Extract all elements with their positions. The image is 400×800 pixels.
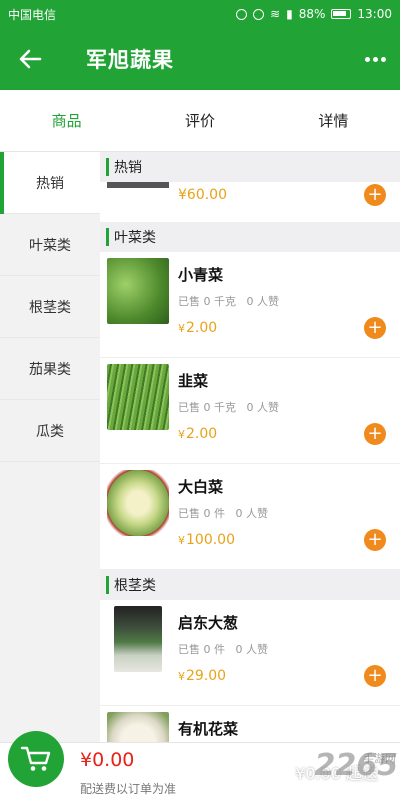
product-list[interactable]: 热销 ¥60.00 + 叶菜类 小青菜 已售 0 千克 0 人赞 ¥2.00 +… (100, 152, 400, 742)
product-price: ¥60.00 (178, 187, 228, 203)
product-image (114, 606, 162, 672)
product-meta: 已售 0 件 0 人赞 (178, 507, 268, 520)
section-title: 热销 (114, 160, 142, 176)
add-to-cart-button[interactable]: + (364, 317, 386, 339)
shopping-cart-icon[interactable] (8, 731, 64, 787)
cart-total: ¥0.00 (80, 749, 135, 771)
section-header-hot: 热销 (100, 152, 400, 182)
sidebar-item-hot[interactable]: 热销 (0, 152, 100, 214)
list-item[interactable]: 小青菜 已售 0 千克 0 人赞 ¥2.00 + (100, 252, 400, 358)
product-name: 小青菜 (178, 266, 224, 284)
carrier-label: 中国电信 (8, 7, 57, 22)
product-meta: 已售 0 件 0 人赞 (178, 643, 268, 656)
tab-bar: 商品 评价 详情 (0, 90, 400, 152)
tab-details[interactable]: 详情 (267, 90, 400, 151)
product-name: 韭菜 (178, 372, 209, 390)
tab-products[interactable]: 商品 (0, 90, 133, 151)
product-price: ¥100.00 (178, 532, 235, 548)
list-item[interactable]: 启东大葱 已售 0 件 0 人赞 ¥29.00 + (100, 600, 400, 706)
product-image (107, 182, 169, 188)
product-meta: 已售 0 千克 0 人赞 (178, 295, 279, 308)
section-title: 根茎类 (114, 578, 156, 594)
section-title: 叶菜类 (114, 230, 156, 246)
add-to-cart-button[interactable]: + (364, 184, 386, 206)
list-item[interactable]: 有机花菜 (100, 706, 400, 742)
product-price: ¥2.00 (178, 320, 218, 336)
section-header-leaf: 叶菜类 (100, 222, 400, 252)
page-title: 军旭蔬果 (86, 48, 174, 72)
product-image (107, 712, 169, 742)
product-name: 大白菜 (178, 478, 224, 496)
product-image (107, 258, 169, 324)
product-name: 启东大葱 (178, 614, 239, 632)
product-name: 有机花菜 (178, 720, 239, 738)
eye-icon (253, 8, 265, 20)
list-item[interactable]: 韭菜 已售 0 千克 0 人赞 ¥2.00 + (100, 358, 400, 464)
product-price: ¥29.00 (178, 668, 227, 684)
sidebar-item-fruit-veg[interactable]: 茄果类 (0, 338, 100, 400)
sidebar-item-melon[interactable]: 瓜类 (0, 400, 100, 462)
category-sidebar: 热销 叶菜类 根茎类 茄果类 瓜类 (0, 152, 100, 742)
clock: 13:00 (357, 7, 392, 21)
product-image (107, 364, 169, 430)
back-arrow-icon[interactable] (0, 28, 60, 90)
section-header-root: 根茎类 (100, 570, 400, 600)
status-bar: 中国电信 ≋ ▮ 88% 13:00 (0, 0, 400, 28)
alarm-icon (236, 8, 248, 20)
signal-icon: ▮ (286, 7, 293, 21)
product-meta: 已售 0 千克 0 人赞 (178, 401, 279, 414)
battery-icon (331, 9, 352, 19)
add-to-cart-button[interactable]: + (364, 423, 386, 445)
sidebar-item-root[interactable]: 根茎类 (0, 276, 100, 338)
add-to-cart-button[interactable]: + (364, 529, 386, 551)
delivery-fee-note: 配送费以订单为准 (80, 782, 177, 796)
list-item[interactable]: 大白菜 已售 0 件 0 人赞 ¥100.00 + (100, 464, 400, 570)
status-icons: ≋ ▮ 88% 13:00 (236, 7, 392, 21)
app-bar: 军旭蔬果 (0, 28, 400, 90)
product-image (107, 470, 169, 536)
list-item[interactable]: ¥60.00 + (100, 182, 400, 222)
tab-reviews[interactable]: 评价 (133, 90, 266, 151)
battery-percent: 88% (298, 7, 326, 21)
add-to-cart-button[interactable]: + (364, 665, 386, 687)
product-price: ¥2.00 (178, 426, 218, 442)
more-icon[interactable] (350, 56, 400, 62)
watermark-sub: 手游网 (363, 752, 396, 765)
sidebar-item-leaf[interactable]: 叶菜类 (0, 214, 100, 276)
wifi-icon: ≋ (270, 7, 281, 21)
